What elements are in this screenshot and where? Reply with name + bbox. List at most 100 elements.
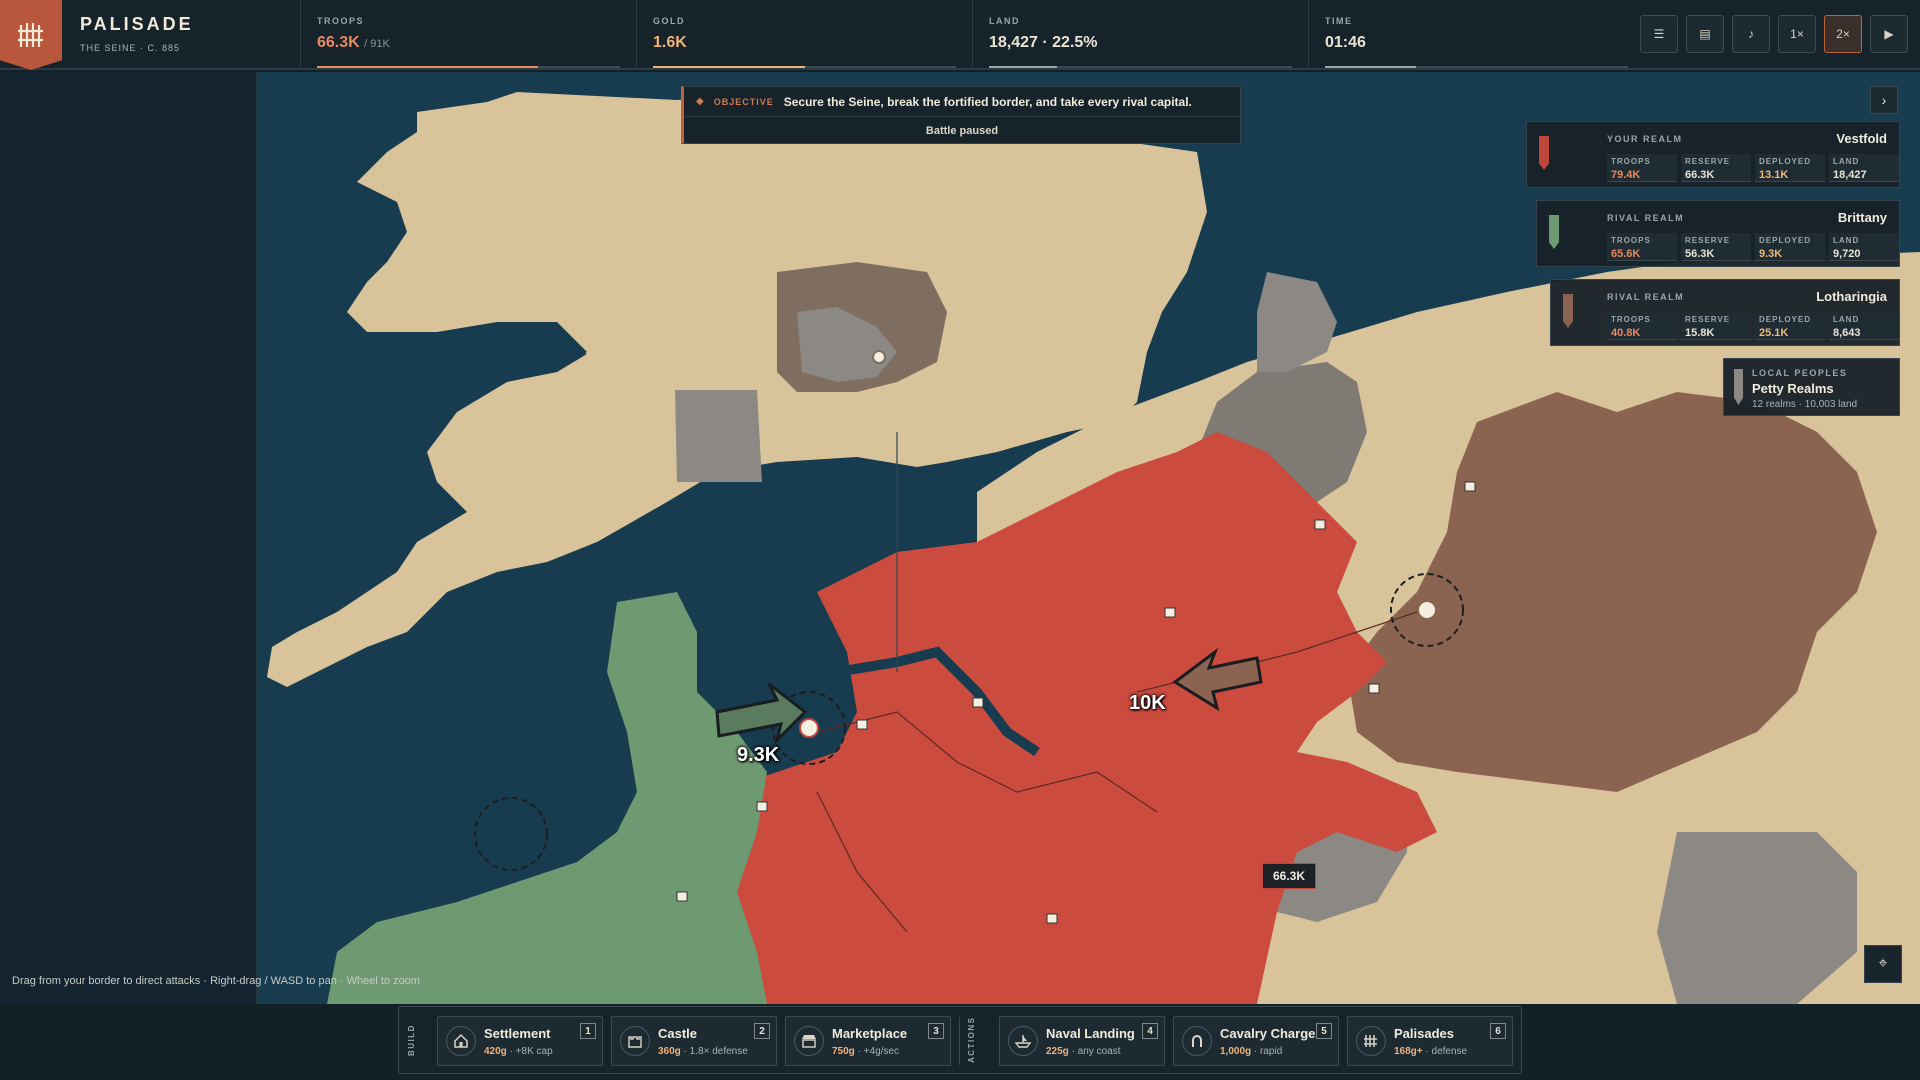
stat-troops-fill [317, 66, 539, 68]
stat-troops-cap: / 91K [364, 38, 390, 50]
castle-icon [620, 1026, 650, 1056]
local-peoples-name: Petty Realms [1752, 381, 1834, 396]
palisade-icon [1356, 1026, 1386, 1056]
card-cost: 225g [1046, 1046, 1069, 1057]
build-settlement-button[interactable]: Settlement 420g · +8K cap 1 [437, 1016, 603, 1066]
attack-arrow-brittany[interactable] [715, 682, 808, 745]
hotkey-badge: 2 [754, 1023, 770, 1039]
card-name: Marketplace [832, 1026, 908, 1041]
stat-gold-fill [653, 66, 805, 68]
hotkey-badge: 3 [928, 1023, 944, 1039]
chevron-right-icon: › [1881, 92, 1887, 108]
card-name: Castle [658, 1026, 698, 1041]
stat-land: LAND 18,427 · 22.5% [972, 0, 1308, 70]
speed-2x-button[interactable]: 2× [1824, 15, 1862, 53]
bottom-toolbar: BUILD Settlement 420g · +8K cap 1 Castle… [398, 1006, 1522, 1074]
music-button[interactable]: ♪ [1732, 15, 1770, 53]
realm-kind: RIVAL REALM [1607, 292, 1685, 302]
play-button[interactable]: ▶ [1870, 15, 1908, 53]
app-title: PALISADE [80, 14, 194, 34]
card-name: Settlement [484, 1026, 551, 1041]
troop-count-box[interactable]: 66.3K [1262, 863, 1316, 889]
hotkey-badge: 5 [1316, 1023, 1332, 1039]
stat-gold-value: 1.6K [653, 34, 687, 51]
stat-land-fill [989, 66, 1058, 68]
water-inlet [397, 334, 587, 377]
realm-name: Vestfold [1836, 131, 1887, 146]
objective-status: Battle paused [925, 125, 999, 137]
realm-name: Brittany [1837, 210, 1887, 225]
palisade-emblem-icon [0, 0, 62, 70]
divider [959, 1017, 960, 1065]
realm-card-lotharingia[interactable]: RIVAL REALM Lotharingia TROOPS 40.8K RESE… [1550, 279, 1900, 346]
petty-realm-mercia [675, 390, 762, 482]
realm-kind: YOUR REALM [1607, 134, 1683, 144]
top-bar: PALISADE THE SEINE · C. 885 TROOPS 66.3K… [0, 0, 1920, 70]
local-peoples-card[interactable]: LOCAL PEOPLES Petty Realms 12 realms · 1… [1723, 358, 1900, 416]
build-castle-button[interactable]: Castle 360g · 1.8× defense 2 [611, 1016, 777, 1066]
app-subtitle: THE SEINE · C. 885 [80, 43, 181, 53]
realm-name: Lotharingia [1816, 289, 1887, 304]
stats-button[interactable]: ▤ [1686, 15, 1724, 53]
action-cavalry-charge-button[interactable]: Cavalry Charge 1,000g · rapid 5 [1173, 1016, 1339, 1066]
objective-diamond-icon: ◆ [696, 96, 704, 107]
recenter-button[interactable]: ⌖ [1864, 945, 1902, 983]
objective-text: Secure the Seine, break the fortified bo… [783, 94, 1192, 109]
objective-tag: OBJECTIVE [713, 96, 774, 107]
card-desc: · 1.8× defense [683, 1046, 748, 1057]
capital-ring-brittany [474, 797, 548, 871]
actions-group-label: ACTIONS [967, 1016, 976, 1064]
card-name: Cavalry Charge [1220, 1026, 1316, 1041]
stat-time: TIME 01:46 [1308, 0, 1644, 70]
flag-icon [1563, 294, 1573, 328]
brand: PALISADE THE SEINE · C. 885 [80, 14, 194, 53]
realm-brittany [327, 592, 767, 1004]
stat-troops-bar [317, 66, 620, 68]
stat-time-label: TIME [1325, 16, 1353, 26]
play-icon: ▶ [1884, 27, 1894, 41]
card-desc: · defense [1425, 1046, 1468, 1057]
realm-stat-reserve: RESERVE 56.3K [1681, 233, 1751, 261]
realm-stat-troops: TROOPS 65.6K [1607, 233, 1677, 261]
card-desc: · any coast [1071, 1046, 1121, 1057]
stat-land-value: 18,427 · 22.5% [989, 34, 1098, 51]
stats-icon: ▤ [1699, 27, 1711, 41]
hotkey-badge: 4 [1142, 1023, 1158, 1039]
stat-land-label: LAND [989, 16, 1020, 26]
flag-icon [1734, 369, 1743, 405]
menu-button[interactable]: ☰ [1640, 15, 1678, 53]
market-icon [794, 1026, 824, 1056]
army-label-lotharingia: 10K [1129, 692, 1166, 714]
card-cost: 168g+ [1394, 1046, 1423, 1057]
menu-icon: ☰ [1653, 27, 1665, 41]
stat-time-fill [1325, 66, 1416, 68]
realm-stat-land: LAND 18,427 [1829, 154, 1899, 182]
realm-stat-deployed: DEPLOYED 9.3K [1755, 233, 1825, 261]
collapse-panel-button[interactable]: › [1870, 86, 1898, 114]
objective-banner: ◆ OBJECTIVE Secure the Seine, break the … [681, 86, 1241, 144]
stat-land-bar [989, 66, 1292, 68]
card-desc: · +4g/sec [857, 1046, 899, 1057]
left-margin [0, 72, 257, 1004]
action-naval-landing-button[interactable]: Naval Landing 225g · any coast 4 [999, 1016, 1165, 1066]
realm-stat-land: LAND 9,720 [1829, 233, 1899, 261]
game-controls: ☰ ▤ ♪ 1× 2× ▶ [1640, 15, 1908, 53]
music-icon: ♪ [1748, 27, 1754, 41]
card-name: Naval Landing [1046, 1026, 1135, 1041]
army-label-brittany: 9.3K [737, 744, 780, 766]
realm-card-brittany[interactable]: RIVAL REALM Brittany TROOPS 65.6K RESERVE… [1536, 200, 1900, 267]
hotkey-badge: 6 [1490, 1023, 1506, 1039]
stat-troops: TROOPS 66.3K / 91K [300, 0, 636, 70]
realm-card-vestfold[interactable]: YOUR REALM Vestfold TROOPS 79.4K RESERVE 6… [1526, 121, 1900, 188]
speed-1x-button[interactable]: 1× [1778, 15, 1816, 53]
stat-troops-value: 66.3K [317, 34, 360, 51]
card-cost: 420g [484, 1046, 507, 1057]
stat-troops-label: TROOPS [317, 16, 365, 26]
build-marketplace-button[interactable]: Marketplace 750g · +4g/sec 3 [785, 1016, 951, 1066]
ship-icon [1008, 1026, 1038, 1056]
realm-stat-reserve: RESERVE 15.8K [1681, 312, 1751, 340]
realm-stat-deployed: DEPLOYED 25.1K [1755, 312, 1825, 340]
house-icon [446, 1026, 476, 1056]
action-palisades-button[interactable]: Palisades 168g+ · defense 6 [1347, 1016, 1513, 1066]
realm-stat-reserve: RESERVE 66.3K [1681, 154, 1751, 182]
